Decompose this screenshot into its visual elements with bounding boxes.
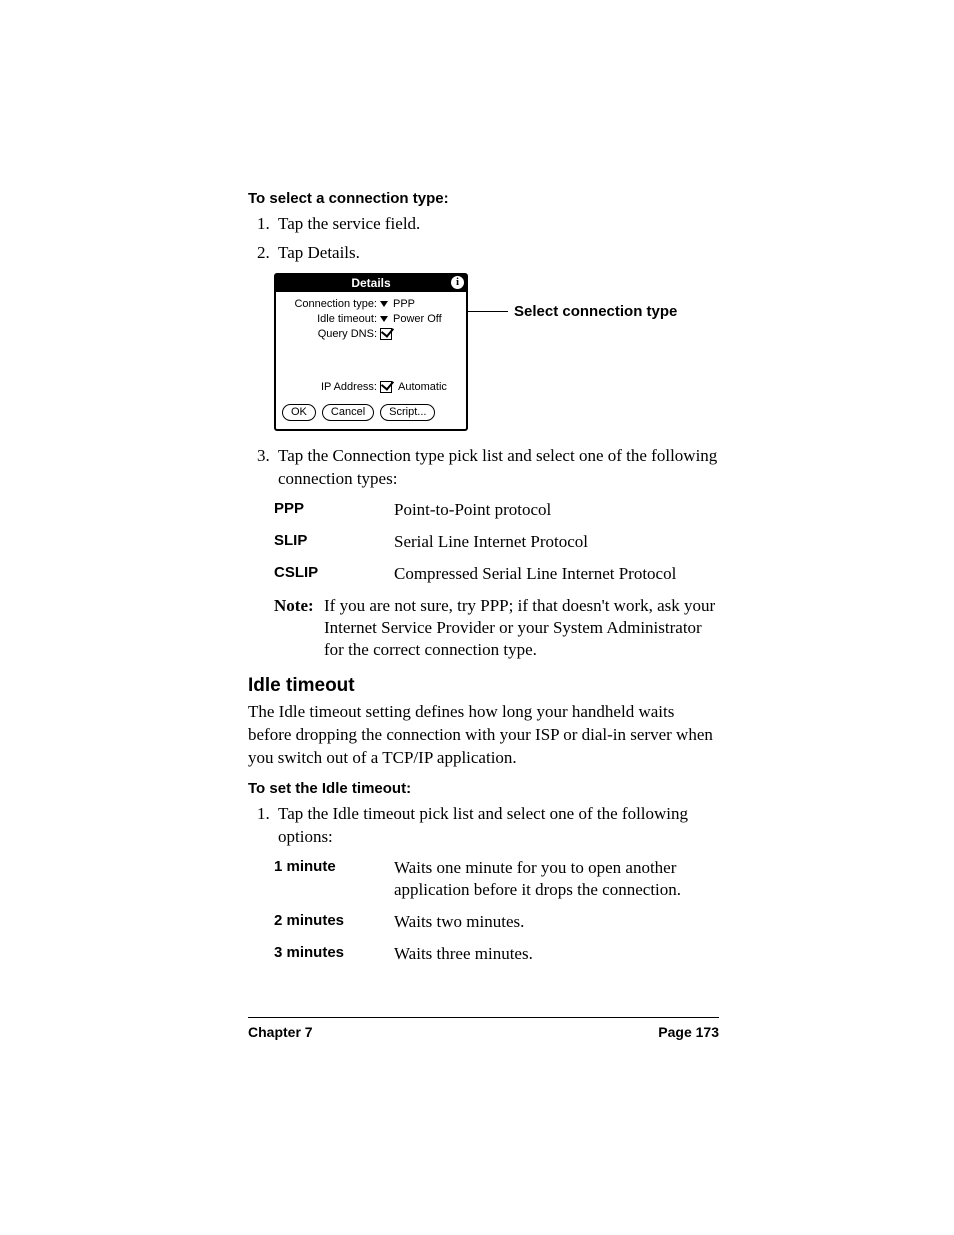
row-connection-type: Connection type: PPP [282,298,460,310]
def-term: SLIP [274,531,394,553]
figure: Details i Connection type: PPP Idle time… [274,273,718,431]
chevron-down-icon [380,301,388,307]
details-dialog: Details i Connection type: PPP Idle time… [274,273,468,431]
procedure-heading: To select a connection type: [248,190,718,207]
checkbox-checked-icon [380,381,392,393]
callout-text: Select connection type [514,303,677,320]
dialog-body: Connection type: PPP Idle timeout: Power… [276,292,466,404]
row-query-dns: Query DNS: [282,328,460,340]
value-connection-type[interactable]: PPP [380,298,415,310]
def-term: 1 minute [274,857,394,901]
connection-types-table: PPP Point-to-Point protocol SLIP Serial … [274,499,718,585]
def-desc: Waits two minutes. [394,911,718,933]
def-row: SLIP Serial Line Internet Protocol [274,531,718,553]
value-idle-timeout[interactable]: Power Off [380,313,442,325]
dialog-title: Details [351,276,390,290]
dialog-buttons: OK Cancel Script... [276,404,466,429]
idle-timeout-value: Power Off [393,313,442,325]
note-text: If you are not sure, try PPP; if that do… [324,595,718,661]
def-desc: Waits three minutes. [394,943,718,965]
note: Note: If you are not sure, try PPP; if t… [274,595,718,661]
def-desc: Waits one minute for you to open another… [394,857,718,901]
row-ip-address: IP Address: Automatic [282,381,460,393]
connection-type-value: PPP [393,298,415,310]
checkbox-checked-icon [380,328,392,340]
def-term: 2 minutes [274,911,394,933]
chevron-down-icon [380,316,388,322]
value-ip-address[interactable]: Automatic [380,381,447,393]
def-row: 1 minute Waits one minute for you to ope… [274,857,718,901]
label-connection-type: Connection type: [282,298,380,310]
def-desc: Point-to-Point protocol [394,499,718,521]
step-item: Tap Details. [274,242,718,265]
def-term: PPP [274,499,394,521]
timeout-options-table: 1 minute Waits one minute for you to ope… [274,857,718,965]
steps-list-1b: Tap the Connection type pick list and se… [248,445,718,491]
note-label: Note: [274,595,324,661]
def-row: PPP Point-to-Point protocol [274,499,718,521]
step-item: Tap the service field. [274,213,718,236]
def-row: 2 minutes Waits two minutes. [274,911,718,933]
callout-line [468,311,508,312]
footer-page: Page 173 [658,1024,719,1040]
def-desc: Serial Line Internet Protocol [394,531,718,553]
figure-callout: Select connection type [468,303,677,320]
ok-button[interactable]: OK [282,404,316,421]
steps-list-2: Tap the Idle timeout pick list and selec… [248,803,718,849]
def-desc: Compressed Serial Line Internet Protocol [394,563,718,585]
page: To select a connection type: Tap the ser… [0,0,954,1235]
section-body: The Idle timeout setting defines how lon… [248,701,718,770]
step-item: Tap the Idle timeout pick list and selec… [274,803,718,849]
footer-chapter: Chapter 7 [248,1024,313,1040]
def-row: CSLIP Compressed Serial Line Internet Pr… [274,563,718,585]
cancel-button[interactable]: Cancel [322,404,374,421]
section-heading: Idle timeout [248,675,718,697]
page-footer: Chapter 7 Page 173 [248,1017,719,1040]
def-term: 3 minutes [274,943,394,965]
step-item: Tap the Connection type pick list and se… [274,445,718,491]
procedure-heading: To set the Idle timeout: [248,780,718,797]
content-column: To select a connection type: Tap the ser… [248,190,718,965]
def-row: 3 minutes Waits three minutes. [274,943,718,965]
dialog-titlebar: Details i [276,275,466,292]
def-term: CSLIP [274,563,394,585]
script-button[interactable]: Script... [380,404,435,421]
info-icon[interactable]: i [451,276,464,289]
steps-list-1: Tap the service field. Tap Details. [248,213,718,265]
ip-address-value: Automatic [398,381,447,393]
label-ip-address: IP Address: [282,381,380,393]
value-query-dns[interactable] [380,328,395,340]
label-query-dns: Query DNS: [282,328,380,340]
row-idle-timeout: Idle timeout: Power Off [282,313,460,325]
label-idle-timeout: Idle timeout: [282,313,380,325]
